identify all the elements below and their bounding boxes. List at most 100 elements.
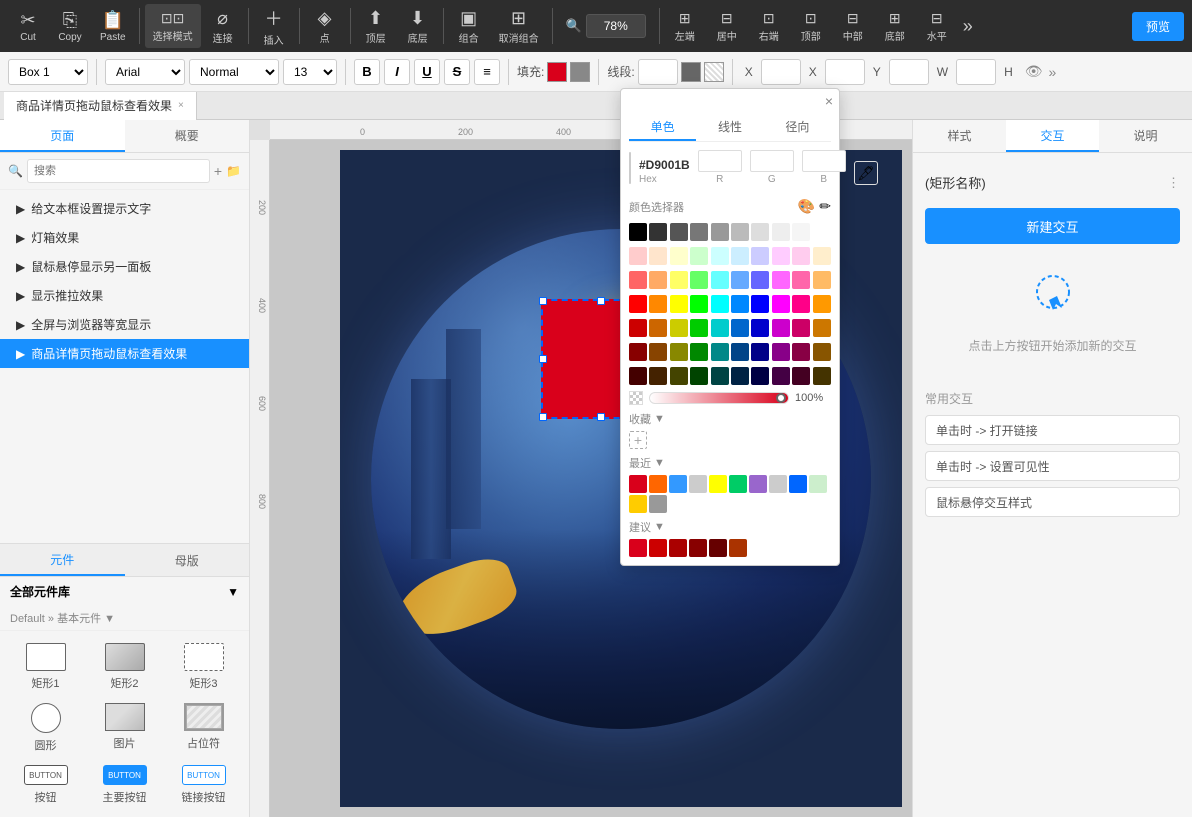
palette-color-row3-5[interactable]	[731, 271, 749, 289]
component-item-image[interactable]: 图片	[87, 699, 162, 757]
palette-color-row4-7[interactable]	[772, 295, 790, 313]
palette-color-row5-7[interactable]	[772, 319, 790, 337]
more-options-button[interactable]: »	[1049, 64, 1057, 80]
font-size-select[interactable]: 13	[283, 59, 337, 85]
masters-tab[interactable]: 母版	[125, 544, 250, 576]
align-left-button[interactable]: ⊞ 左端	[665, 4, 705, 48]
recent-color-11[interactable]	[649, 495, 667, 513]
palette-color-row5-4[interactable]	[711, 319, 729, 337]
recent-color-0[interactable]	[629, 475, 647, 493]
folder-icon[interactable]: 📁	[226, 164, 241, 178]
cut-button[interactable]: ✂ Cut	[8, 4, 48, 48]
palette-color-row7-9[interactable]	[813, 367, 831, 385]
suggest-color-5[interactable]	[729, 539, 747, 557]
font-style-select[interactable]: Normal	[189, 59, 279, 85]
align-top-button[interactable]: ⊡ 顶部	[791, 4, 831, 48]
palette-color-row5-1[interactable]	[649, 319, 667, 337]
palette-color-row2-5[interactable]	[731, 247, 749, 265]
palette-color-row2-4[interactable]	[711, 247, 729, 265]
palette-color-row5-5[interactable]	[731, 319, 749, 337]
palette-color-row2-0[interactable]	[629, 247, 647, 265]
palette-color-row7-6[interactable]	[751, 367, 769, 385]
palette-color-row7-4[interactable]	[711, 367, 729, 385]
recent-color-7[interactable]	[769, 475, 787, 493]
align-right-button[interactable]: ⊡ 右端	[749, 4, 789, 48]
bottom-layer-button[interactable]: ⬇ 底层	[398, 4, 438, 48]
palette-color-row3-7[interactable]	[772, 271, 790, 289]
color-picker-close[interactable]: ×	[825, 93, 833, 109]
stroke-style-swatch[interactable]	[704, 62, 724, 82]
active-tab[interactable]: 商品详情页拖动鼠标查看效果 ×	[4, 92, 197, 120]
picker-palette-icon[interactable]: 🎨	[798, 198, 815, 215]
point-button[interactable]: ◈ 点	[305, 4, 345, 48]
component-item-placeholder[interactable]: 占位符	[166, 699, 241, 757]
palette-color-row5-6[interactable]	[751, 319, 769, 337]
top-layer-button[interactable]: ⬆ 顶层	[356, 4, 396, 48]
comp-lib-header[interactable]: 全部元件库 ▼	[0, 577, 249, 606]
recent-color-9[interactable]	[809, 475, 827, 493]
style-tab[interactable]: 样式	[913, 120, 1006, 152]
elements-tab[interactable]: 元件	[0, 544, 125, 576]
palette-color-row4-6[interactable]	[751, 295, 769, 313]
palette-color-row7-2[interactable]	[670, 367, 688, 385]
component-item-btn[interactable]: BUTTON按钮	[8, 761, 83, 809]
combine-button[interactable]: ▣ 组合	[449, 4, 489, 48]
shape-more-icon[interactable]: ⋮	[1167, 175, 1180, 191]
cp-tab-linear[interactable]: 线性	[696, 113, 763, 141]
cp-tab-solid[interactable]: 单色	[629, 113, 696, 141]
palette-color-row7-1[interactable]	[649, 367, 667, 385]
opacity-bar[interactable]	[649, 392, 789, 404]
page-item-5[interactable]: ▶商品详情页拖动鼠标查看效果	[0, 339, 249, 368]
common-item-1[interactable]: 单击时 -> 打开链接	[925, 415, 1180, 445]
r-input[interactable]: 217	[698, 150, 742, 172]
palette-color-row7-3[interactable]	[690, 367, 708, 385]
handle-bottom-mid[interactable]	[597, 413, 605, 421]
palette-color-row4-4[interactable]	[711, 295, 729, 313]
h-input[interactable]: 160	[956, 59, 996, 85]
fill-color-swatch[interactable]	[547, 62, 567, 82]
suggest-color-2[interactable]	[669, 539, 687, 557]
tab-outline[interactable]: 概要	[125, 120, 250, 152]
suggest-color-0[interactable]	[629, 539, 647, 557]
handle-top-mid[interactable]	[597, 297, 605, 305]
insert-button[interactable]: ＋ 插入	[254, 4, 294, 48]
palette-color-row4-8[interactable]	[792, 295, 810, 313]
palette-color-row6-4[interactable]	[711, 343, 729, 361]
palette-color-row7-8[interactable]	[792, 367, 810, 385]
page-item-4[interactable]: ▶全屏与浏览器等宽显示	[0, 310, 249, 339]
palette-color-row3-8[interactable]	[792, 271, 810, 289]
palette-color-row1-7[interactable]	[772, 223, 790, 241]
palette-color-row1-8[interactable]	[792, 223, 810, 241]
component-item-rect1[interactable]: 矩形1	[8, 639, 83, 695]
stroke-color-swatch[interactable]	[681, 62, 701, 82]
explain-tab[interactable]: 说明	[1099, 120, 1192, 152]
palette-color-row2-3[interactable]	[690, 247, 708, 265]
palette-color-row1-5[interactable]	[731, 223, 749, 241]
palette-color-row1-1[interactable]	[649, 223, 667, 241]
cp-tab-radial[interactable]: 径向	[764, 113, 831, 141]
recent-color-8[interactable]	[789, 475, 807, 493]
palette-color-row3-3[interactable]	[690, 271, 708, 289]
palette-color-row1-0[interactable]	[629, 223, 647, 241]
page-item-0[interactable]: ▶给文本框设置提示文字	[0, 194, 249, 223]
more-button[interactable]: »	[959, 12, 977, 41]
palette-color-row6-9[interactable]	[813, 343, 831, 361]
palette-color-row6-0[interactable]	[629, 343, 647, 361]
suggest-color-1[interactable]	[649, 539, 667, 557]
underline-button[interactable]: U	[414, 59, 440, 85]
palette-color-row2-1[interactable]	[649, 247, 667, 265]
current-color-swatch[interactable]	[629, 152, 631, 184]
palette-color-row1-2[interactable]	[670, 223, 688, 241]
palette-color-row6-6[interactable]	[751, 343, 769, 361]
common-item-3[interactable]: 鼠标悬停交互样式	[925, 487, 1180, 517]
page-item-2[interactable]: ▶鼠标悬停显示另一面板	[0, 252, 249, 281]
fill-opacity-swatch[interactable]	[570, 62, 590, 82]
color-picker[interactable]: × 单色 线性 径向 #D9001B Hex 217 R	[620, 88, 840, 566]
align-bottom-button[interactable]: ⊞ 底部	[875, 4, 915, 48]
list-button[interactable]: ≡	[474, 59, 500, 85]
palette-color-row2-8[interactable]	[792, 247, 810, 265]
w-input[interactable]: 160	[889, 59, 929, 85]
strikethrough-button[interactable]: S	[444, 59, 470, 85]
search-input[interactable]	[27, 159, 210, 183]
interact-tab[interactable]: 交互	[1006, 120, 1099, 152]
